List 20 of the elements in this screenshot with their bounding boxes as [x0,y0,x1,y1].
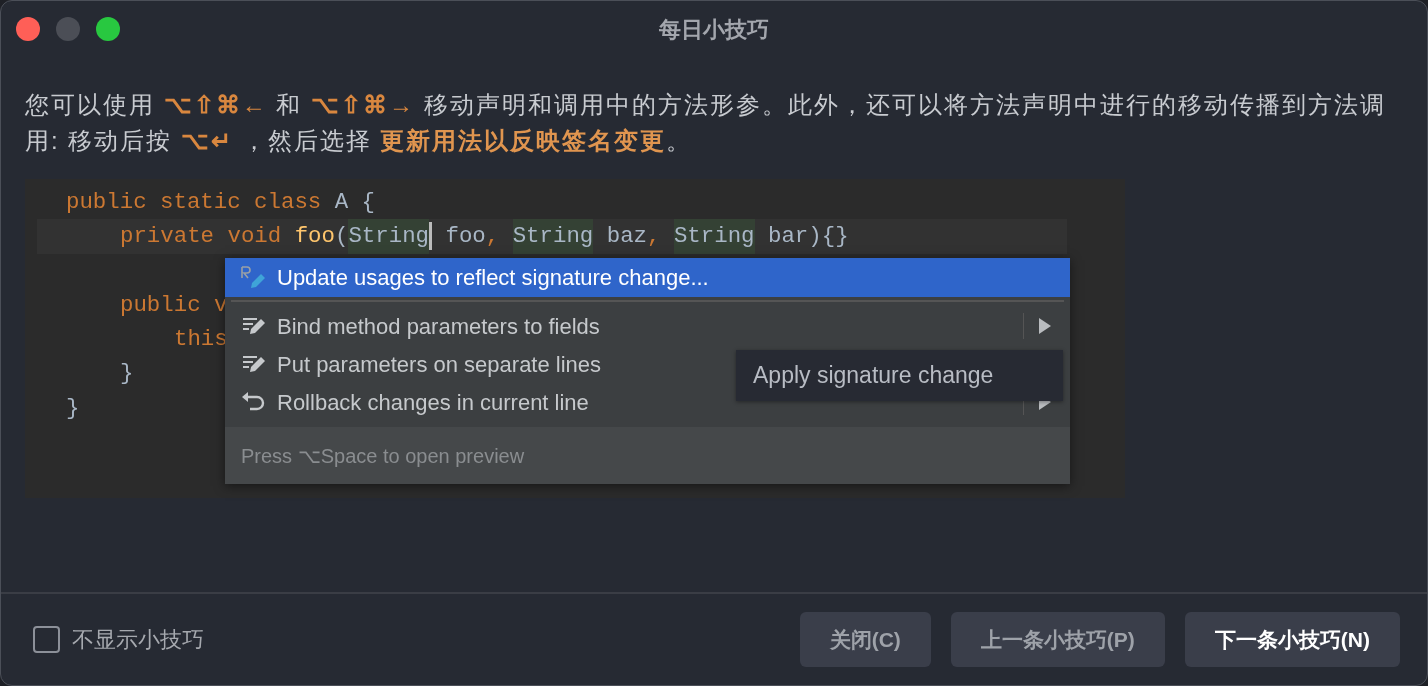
dialog-button[interactable]: 上一条小技巧(P) [950,612,1165,667]
menu-item[interactable]: Bind method parameters to fields [277,309,600,343]
popup-hint: Press ⌥Space to open preview [241,443,525,469]
code-line: } [119,359,134,389]
code-line: this [173,325,228,355]
code-line: } [65,393,80,423]
text-cursor [429,222,433,251]
code-line: public static class A { [65,188,376,217]
checkbox-label: 不显示小技巧 [72,626,204,654]
close-window-button[interactable] [16,17,40,41]
dialog-button[interactable]: 下一条小技巧(N) [1184,612,1400,667]
zoom-window-button[interactable] [96,17,120,41]
tip-text: 您可以使用 ⌥⇧⌘← 和 ⌥⇧⌘→ 移动声明和调用中的方法形参。此外，还可以将方法声明中进行的移动传播到方法调用: 移动后按 ⌥↵ ，然后选择 更新用法以反映签名变更。 [25,90,1387,156]
menu-item[interactable]: Put parameters on separate lines [277,347,602,381]
window-title: 每日小技巧 [659,15,769,44]
menu-item[interactable]: Update usages to reflect signature change... [225,258,1070,297]
dialog-button[interactable]: 关闭(C) [799,612,931,667]
tooltip: Apply signature change [736,350,1063,401]
menu-item[interactable]: Rollback changes in current line [277,385,589,419]
checkbox[interactable] [33,626,60,653]
